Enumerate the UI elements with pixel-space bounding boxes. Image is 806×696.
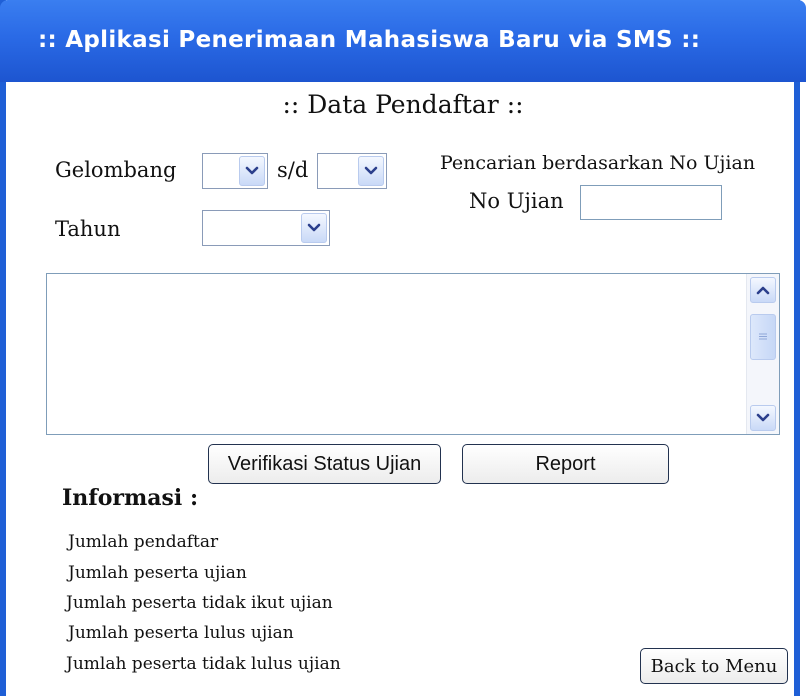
gelombang-label: Gelombang bbox=[55, 158, 177, 182]
title-bar[interactable]: :: Aplikasi Penerimaan Mahasiswa Baru vi… bbox=[0, 0, 806, 82]
report-button[interactable]: Report bbox=[462, 444, 669, 484]
scroll-thumb[interactable] bbox=[750, 314, 776, 360]
chevron-down-icon[interactable] bbox=[239, 156, 265, 186]
chevron-down-icon[interactable] bbox=[358, 156, 384, 186]
info-heading: Informasi : bbox=[62, 485, 199, 511]
list-scrollbar[interactable] bbox=[746, 274, 779, 434]
window-title: :: Aplikasi Penerimaan Mahasiswa Baru vi… bbox=[38, 27, 701, 53]
info-line-lulus: Jumlah peserta lulus ujian bbox=[68, 623, 294, 643]
chevron-down-icon[interactable] bbox=[301, 213, 327, 243]
pendaftar-list[interactable] bbox=[46, 273, 780, 435]
info-line-pendaftar: Jumlah pendaftar bbox=[68, 532, 219, 552]
verify-status-button[interactable]: Verifikasi Status Ujian bbox=[208, 444, 441, 484]
tahun-select[interactable] bbox=[202, 210, 330, 246]
back-to-menu-button[interactable]: Back to Menu bbox=[640, 648, 788, 684]
info-line-tidak-lulus: Jumlah peserta tidak lulus ujian bbox=[66, 654, 341, 674]
search-title: Pencarian berdasarkan No Ujian bbox=[440, 152, 756, 174]
no-ujian-input[interactable] bbox=[580, 185, 722, 220]
gelombang-to-select[interactable] bbox=[317, 153, 387, 189]
no-ujian-label: No Ujian bbox=[469, 189, 564, 213]
gelombang-from-select[interactable] bbox=[202, 153, 268, 189]
info-line-tidak-ikut: Jumlah peserta tidak ikut ujian bbox=[66, 593, 333, 613]
range-separator: s/d bbox=[277, 158, 309, 182]
page-title: :: Data Pendaftar :: bbox=[282, 90, 524, 119]
chevron-up-icon[interactable] bbox=[750, 277, 776, 303]
tahun-label: Tahun bbox=[55, 217, 121, 241]
grip-icon bbox=[759, 333, 767, 340]
info-line-peserta-ujian: Jumlah peserta ujian bbox=[68, 563, 247, 583]
chevron-down-icon[interactable] bbox=[750, 405, 776, 431]
